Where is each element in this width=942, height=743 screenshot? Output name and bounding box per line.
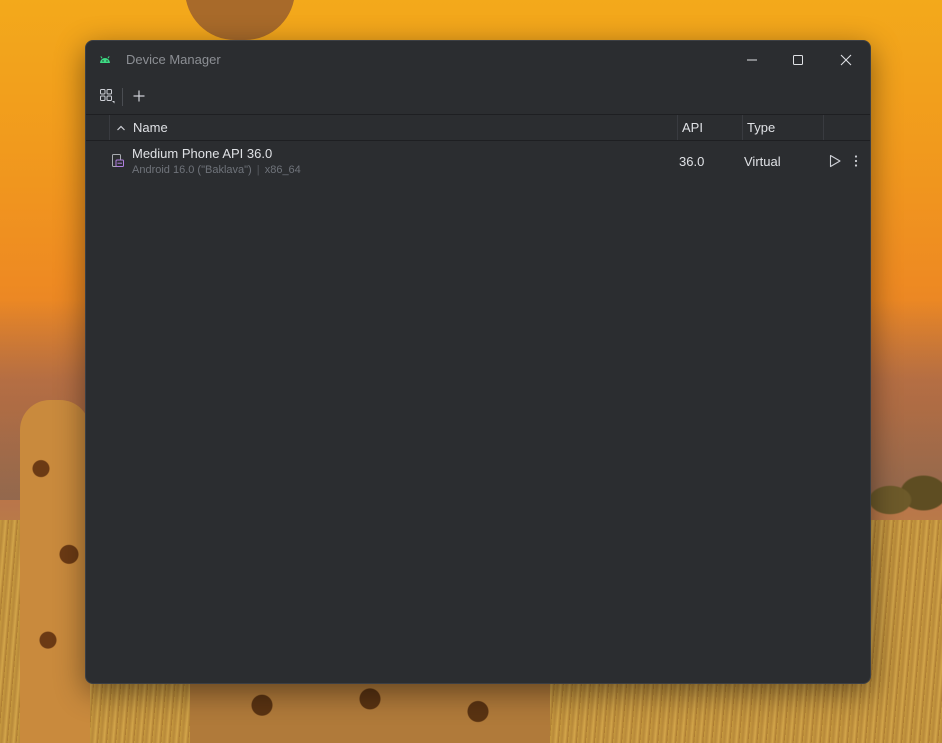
start-device-button[interactable] [826,152,844,170]
more-vertical-icon [854,155,858,167]
device-manager-window: Device Manager Name API Type Medium Phon… [85,40,871,684]
close-button[interactable] [823,41,869,79]
wallpaper-giraffe-left [20,400,90,743]
toolbar [86,81,870,113]
more-actions-button[interactable] [848,152,864,170]
close-icon [840,54,852,66]
device-android-version: Android 16.0 ("Baklava") [132,164,252,176]
chevron-up-icon [117,125,125,131]
phone-device-icon [112,154,124,167]
minimize-icon [747,59,757,61]
toolbar-separator [122,88,123,106]
column-divider[interactable] [109,115,110,140]
title-bar[interactable]: Device Manager [86,41,870,79]
window-title: Device Manager [126,52,221,67]
device-api: 36.0 [679,154,705,169]
device-abi: x86_64 [264,164,301,176]
column-divider[interactable] [677,115,678,140]
column-header-name[interactable]: Name [133,120,168,135]
column-header-type[interactable]: Type [747,120,775,135]
column-divider[interactable] [823,115,824,140]
minimize-button[interactable] [729,41,775,79]
table-row[interactable]: Medium Phone API 36.0 Android 16.0 ("Bak… [86,141,870,181]
play-icon [829,154,841,168]
device-details: Android 16.0 ("Baklava") | x86_64 [132,164,301,176]
device-name: Medium Phone API 36.0 [132,146,273,161]
details-separator: | [256,164,260,176]
wallpaper-trees [868,465,942,535]
group-devices-button[interactable] [96,85,118,107]
add-device-button[interactable] [128,85,150,107]
plus-icon [133,90,145,102]
device-table-header: Name API Type [86,114,870,141]
maximize-icon [793,55,803,65]
column-header-api[interactable]: API [682,120,703,135]
android-icon [100,56,110,63]
maximize-button[interactable] [775,41,821,79]
wallpaper-giraffe-head [185,0,295,40]
wallpaper-giraffe-bottom [190,680,550,743]
group-devices-icon [100,89,115,104]
column-divider[interactable] [742,115,743,140]
device-type: Virtual [744,154,781,169]
